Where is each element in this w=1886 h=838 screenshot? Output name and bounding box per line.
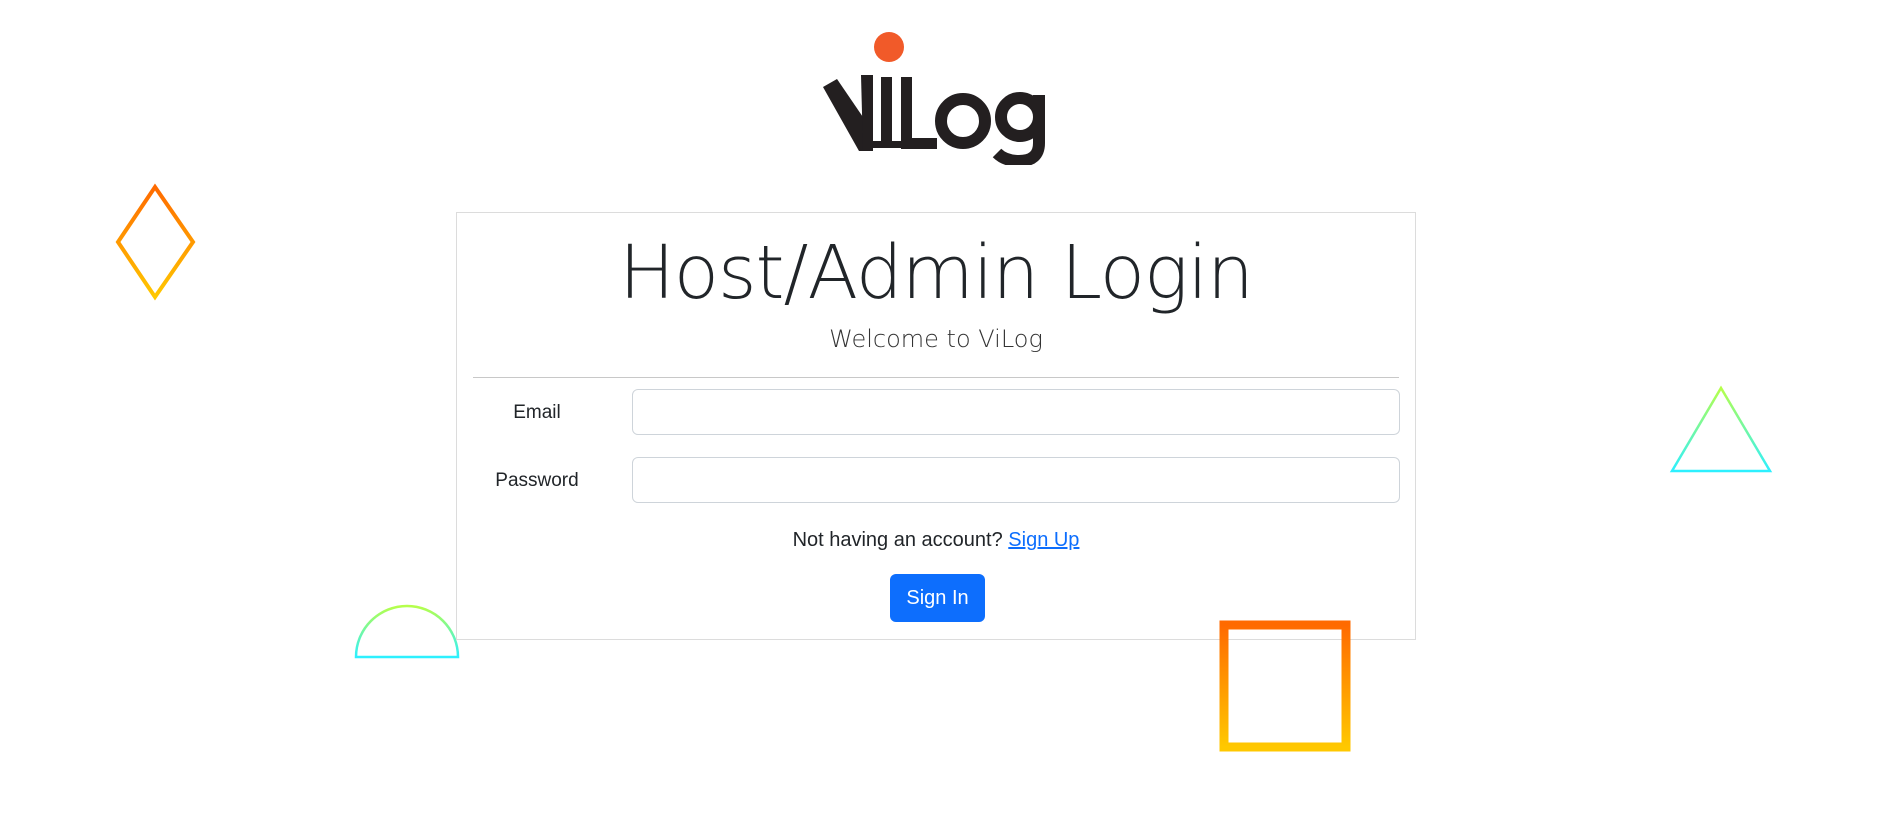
email-field[interactable]	[632, 389, 1400, 435]
signup-prompt-text: Not having an account?	[792, 529, 1003, 551]
password-label: Password	[495, 470, 579, 491]
vilog-logo-mark	[823, 32, 1045, 168]
square-decoration-icon	[1219, 620, 1351, 752]
vilog-logo	[815, 25, 1075, 168]
email-label: Email	[513, 402, 561, 423]
triangle-decoration-icon	[1669, 385, 1773, 473]
signup-link[interactable]: Sign Up	[1008, 529, 1079, 551]
login-card: Host/Admin Login Welcome to ViLog Email …	[456, 212, 1416, 640]
logo-dot	[874, 32, 904, 62]
login-title: Host/Admin Login	[619, 230, 1254, 316]
signin-button[interactable]: Sign In	[890, 574, 985, 622]
password-field[interactable]	[632, 457, 1400, 503]
login-page: Host/Admin Login Welcome to ViLog Email …	[0, 0, 1886, 838]
login-subtitle: Welcome to ViLog	[829, 325, 1043, 353]
semicircle-decoration-icon	[354, 604, 460, 659]
signup-prompt-line: Not having an account? Sign Up	[457, 527, 1415, 553]
diamond-decoration-icon	[115, 183, 196, 301]
divider	[473, 377, 1399, 378]
